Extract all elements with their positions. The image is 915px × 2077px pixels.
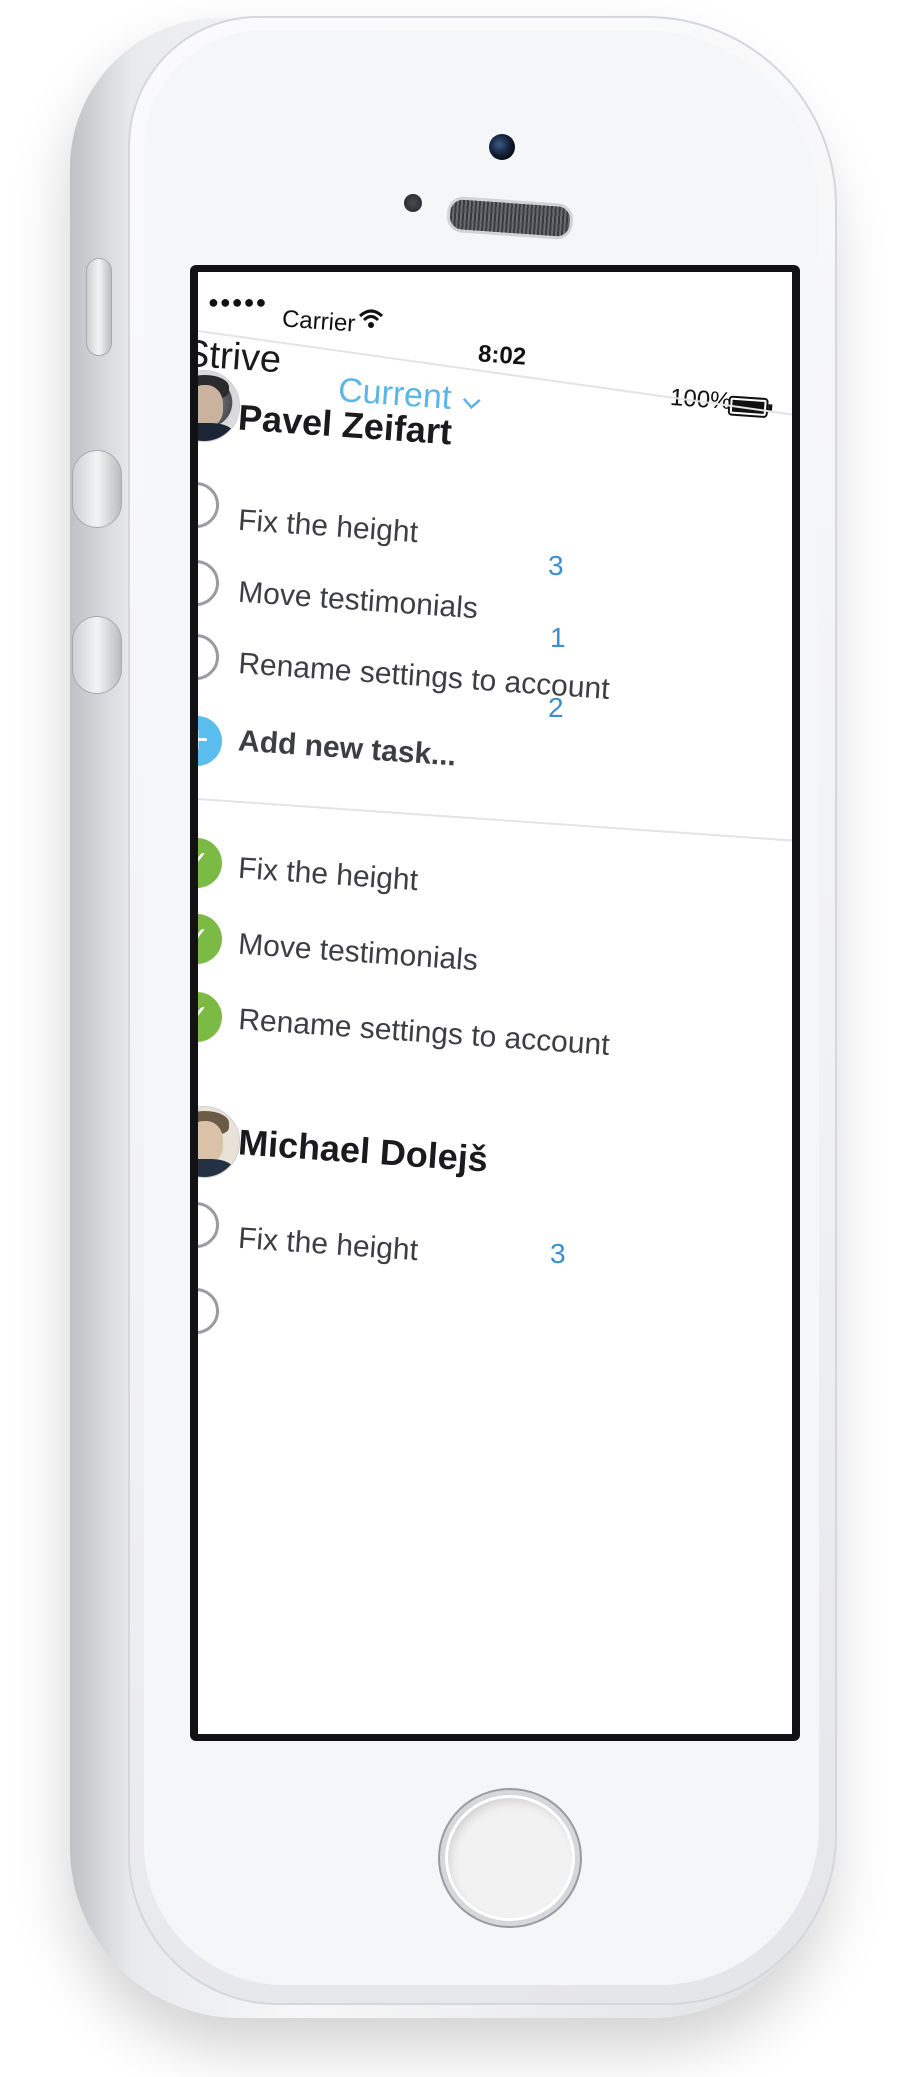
chevron-down-icon: [461, 396, 482, 416]
task-count: 3: [548, 550, 564, 581]
add-task-button[interactable]: +: [198, 716, 222, 766]
task-checkbox[interactable]: [198, 634, 219, 680]
task-label[interactable]: Fix the height: [237, 1222, 419, 1268]
task-count: 3: [550, 1238, 566, 1269]
task-label[interactable]: Fix the height: [237, 504, 419, 550]
task-count: 1: [550, 622, 566, 653]
signal-strength: ●●●●●: [208, 292, 268, 312]
add-task-label[interactable]: Add new task...: [237, 724, 457, 773]
home-button[interactable]: [440, 1790, 580, 1926]
carrier-name: Carrier: [281, 305, 357, 338]
task-checkbox[interactable]: [198, 482, 219, 528]
user-name: Michael Dolejš: [236, 1121, 490, 1180]
done-task-label[interactable]: Move testimonials: [237, 928, 479, 979]
task-done-checkbox[interactable]: ✓: [198, 992, 222, 1042]
volume-up-button: [72, 450, 122, 528]
task-label[interactable]: Move testimonials: [237, 576, 479, 627]
section-divider: [198, 798, 792, 842]
volume-down-button: [72, 616, 122, 694]
checkmark-icon: ✓: [198, 846, 210, 879]
clock: 8:02: [477, 340, 527, 371]
done-task-label[interactable]: Rename settings to account: [237, 1003, 610, 1063]
task-done-checkbox[interactable]: ✓: [198, 914, 222, 964]
task-done-checkbox[interactable]: ✓: [198, 838, 222, 888]
proximity-sensor: [404, 194, 422, 212]
task-checkbox[interactable]: [198, 1288, 219, 1334]
task-checkbox[interactable]: [198, 1202, 219, 1248]
task-count: 2: [548, 692, 564, 723]
front-camera: [489, 134, 515, 160]
done-task-label[interactable]: Fix the height: [237, 852, 419, 898]
app-screen: ●●●●● Carrier 8:02 100% Strive Current P…: [198, 272, 792, 1734]
mute-switch: [86, 258, 112, 356]
checkmark-icon: ✓: [198, 1000, 210, 1033]
plus-icon: +: [198, 718, 209, 762]
avatar[interactable]: [198, 370, 240, 442]
task-checkbox[interactable]: [198, 560, 219, 606]
avatar[interactable]: [198, 1106, 240, 1178]
wifi-icon: [358, 308, 384, 335]
checkmark-icon: ✓: [198, 922, 210, 955]
